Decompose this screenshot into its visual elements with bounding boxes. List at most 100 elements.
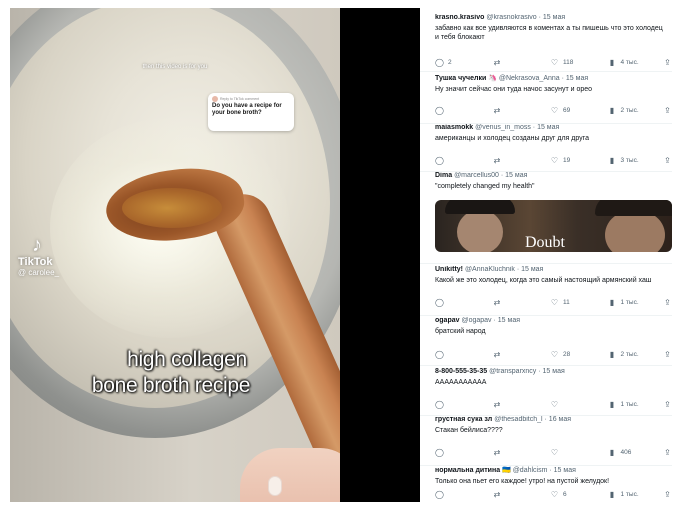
views-button[interactable]: ▮ 1 тыс. (608, 400, 664, 409)
author-handle[interactable]: @marcellus00 (454, 172, 499, 179)
views-button[interactable]: ▮ 406 (608, 448, 664, 457)
fingernail (268, 476, 282, 496)
reply-button[interactable]: ◯ (435, 490, 493, 499)
share-button[interactable]: ⇪ (663, 350, 672, 359)
retweet-icon: ⇄ (493, 298, 501, 307)
views-button[interactable]: ▮ 4 тыс. (608, 58, 664, 67)
reply-button[interactable]: ◯ (435, 106, 493, 115)
author-handle[interactable]: @krasnokrasivo (486, 14, 536, 21)
tweet[interactable]: грустная сука зл @thesadbitch_l · 16 мая… (420, 416, 672, 466)
tweet-date[interactable]: · 15 мая (517, 266, 544, 273)
tweet-date[interactable]: · 15 мая (538, 368, 565, 375)
share-button[interactable]: ⇪ (663, 400, 672, 409)
broth-in-ladle (122, 188, 222, 228)
reply-icon: ◯ (435, 58, 444, 67)
reply-button[interactable]: ◯ (435, 156, 493, 165)
tweet-media-image[interactable]: Doubt (435, 200, 672, 252)
tweet[interactable]: krasno.krasivo @krasnokrasivo · 15 мая з… (420, 14, 672, 72)
tweet[interactable]: Dima @marcellus00 · 15 мая "completely c… (420, 172, 672, 264)
retweet-icon: ⇄ (493, 58, 501, 67)
retweet-button[interactable]: ⇄ (493, 58, 551, 67)
tweet-actions: ◯ 2 ⇄ ♡ 118 ▮ 4 тыс. ⇪ (435, 58, 672, 67)
author-name[interactable]: Тушка чучелки 🦄 (435, 75, 497, 82)
like-button[interactable]: ♡ 11 (550, 298, 608, 307)
tweet-date[interactable]: · 16 мая (545, 416, 572, 423)
tweet-date[interactable]: · 15 мая (549, 467, 576, 474)
author-name[interactable]: 8-800-555-35-35 (435, 368, 487, 375)
share-icon: ⇪ (664, 448, 671, 457)
author-handle[interactable]: @thesadbitch_l (494, 416, 542, 423)
author-handle[interactable]: @venus_in_moss (475, 124, 531, 131)
retweet-icon: ⇄ (493, 400, 501, 409)
tweet[interactable]: нормальна дитина 🇺🇦 @dahlcism · 15 мая Т… (420, 466, 672, 502)
tweet-date[interactable]: · 15 мая (539, 14, 566, 21)
retweet-button[interactable]: ⇄ (493, 298, 551, 307)
tweet[interactable]: ogapav @ogapav · 15 мая братский народ ◯… (420, 316, 672, 366)
share-button[interactable]: ⇪ (663, 448, 672, 457)
like-button[interactable]: ♡ (550, 448, 608, 457)
retweet-button[interactable]: ⇄ (493, 350, 551, 359)
tweet-date[interactable]: · 15 мая (562, 75, 589, 82)
views-icon: ▮ (609, 298, 615, 307)
author-name[interactable]: krasno.krasivo (435, 14, 484, 21)
share-button[interactable]: ⇪ (663, 106, 672, 115)
author-handle[interactable]: @dahlcism (513, 467, 548, 474)
reply-button[interactable]: ◯ (435, 448, 493, 457)
author-name[interactable]: Dima (435, 172, 452, 179)
like-button[interactable]: ♡ 69 (550, 106, 608, 115)
tweet-text: Какой же это холодец, когда это самый на… (435, 277, 652, 284)
author-handle[interactable]: @ogapav (461, 317, 491, 324)
tweet-header: Unikitty! @AnnaKluchnik · 15 мая (435, 266, 672, 273)
reply-button[interactable]: ◯ (435, 350, 493, 359)
tweet[interactable]: Unikitty! @AnnaKluchnik · 15 мая Какой ж… (420, 264, 672, 316)
tweet-date[interactable]: · 15 мая (533, 124, 560, 131)
author-name[interactable]: нормальна дитина 🇺🇦 (435, 467, 511, 474)
views-icon: ▮ (609, 400, 615, 409)
views-button[interactable]: ▮ 1 тыс. (608, 298, 664, 307)
retweet-button[interactable]: ⇄ (493, 400, 551, 409)
views-icon: ▮ (609, 448, 615, 457)
share-button[interactable]: ⇪ (663, 490, 672, 499)
retweet-button[interactable]: ⇄ (493, 490, 551, 499)
author-handle[interactable]: @Nekrasova_Anna (499, 75, 560, 82)
tiktok-video-frame[interactable]: then this video is for you Reply to TikT… (10, 8, 340, 502)
retweet-button[interactable]: ⇄ (493, 106, 551, 115)
reply-icon: ◯ (435, 106, 444, 115)
views-button[interactable]: ▮ 2 тыс. (608, 106, 664, 115)
like-button[interactable]: ♡ (550, 400, 608, 409)
share-button[interactable]: ⇪ (663, 58, 672, 67)
views-button[interactable]: ▮ 1 тыс. (608, 490, 664, 499)
tweet-date[interactable]: · 15 мая (501, 172, 528, 179)
tweet-header: 8-800-555-35-35 @transparxncy · 15 мая (435, 368, 672, 375)
person-face (457, 210, 503, 252)
author-name[interactable]: Unikitty! (435, 266, 463, 273)
person-face (605, 212, 665, 252)
share-button[interactable]: ⇪ (663, 298, 672, 307)
retweet-button[interactable]: ⇄ (493, 156, 551, 165)
tweet[interactable]: Тушка чучелки 🦄 @Nekrasova_Anna · 15 мая… (420, 72, 672, 124)
share-icon: ⇪ (664, 298, 671, 307)
tweet-header: Тушка чучелки 🦄 @Nekrasova_Anna · 15 мая (435, 74, 672, 82)
author-name[interactable]: ogapav (435, 317, 460, 324)
tweet-date[interactable]: · 15 мая (494, 317, 521, 324)
views-button[interactable]: ▮ 2 тыс. (608, 350, 664, 359)
share-button[interactable]: ⇪ (663, 156, 672, 165)
retweet-button[interactable]: ⇄ (493, 448, 551, 457)
author-handle[interactable]: @AnnaKluchnik (465, 266, 515, 273)
author-name[interactable]: грустная сука зл (435, 416, 492, 423)
like-button[interactable]: ♡ 118 (550, 58, 608, 67)
tweet[interactable]: 8-800-555-35-35 @transparxncy · 15 мая А… (420, 366, 672, 416)
views-button[interactable]: ▮ 3 тыс. (608, 156, 664, 165)
reply-button[interactable]: ◯ (435, 298, 493, 307)
heart-icon: ♡ (550, 106, 559, 115)
reply-button[interactable]: ◯ 2 (435, 58, 493, 67)
tweet[interactable]: maiasmokk @venus_in_moss · 15 мая америк… (420, 124, 672, 172)
like-button[interactable]: ♡ 6 (550, 490, 608, 499)
tweet-text: забавно как все удивляются в коментах а … (435, 25, 663, 41)
video-top-caption: then this video is for you (142, 64, 208, 70)
author-name[interactable]: maiasmokk (435, 124, 473, 131)
author-handle[interactable]: @transparxncy (489, 368, 536, 375)
like-button[interactable]: ♡ 28 (550, 350, 608, 359)
like-button[interactable]: ♡ 19 (550, 156, 608, 165)
reply-button[interactable]: ◯ (435, 400, 493, 409)
